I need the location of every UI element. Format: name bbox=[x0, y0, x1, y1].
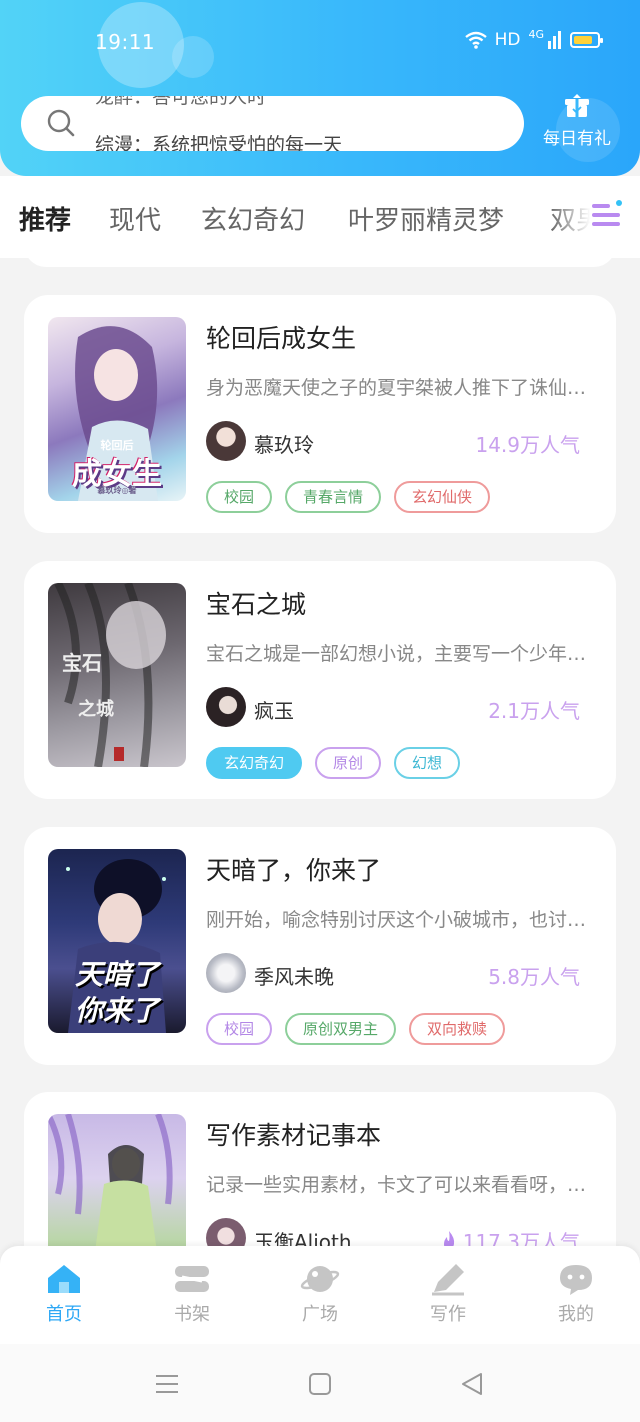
search-hint: 综漫：系统把惊受怕的每一天 bbox=[95, 134, 343, 151]
category-menu-button[interactable] bbox=[588, 198, 624, 234]
home-icon bbox=[48, 1265, 80, 1293]
cell-signal-icon bbox=[548, 31, 561, 49]
nav-bookshelf-label: 书架 bbox=[174, 1304, 210, 1325]
book-card[interactable]: 宝石 之城 宝石之城 宝石之城是一部幻想小说，主要写一个少年的冒险故事 疯玉 2… bbox=[24, 561, 616, 799]
tag[interactable]: 幻想 bbox=[394, 747, 461, 779]
author-name: 季风未晚 bbox=[254, 965, 334, 989]
profile-icon bbox=[560, 1265, 592, 1295]
nav-profile[interactable]: 我的 bbox=[526, 1262, 626, 1326]
book-title: 写作素材记事本 bbox=[206, 1121, 382, 1150]
book-card[interactable]: 天暗了 你来了 天暗了，你来了 刚开始，喻念特别讨厌这个小破城市，也讨厌这里的人… bbox=[24, 827, 616, 1065]
tab-modern[interactable]: 现代 bbox=[109, 200, 161, 237]
author-avatar bbox=[206, 421, 246, 461]
nav-write-label: 写作 bbox=[430, 1304, 466, 1325]
nav-home[interactable]: 首页 bbox=[14, 1262, 114, 1326]
daily-gift-button[interactable]: 每日有礼 bbox=[538, 92, 616, 156]
tag[interactable]: 青春言情 bbox=[285, 481, 382, 513]
wifi-icon bbox=[464, 31, 487, 49]
app-header: 19:11 HD 4G 宠醉：答可您的人时 综漫：系统把惊受怕的每一天 每日有礼 bbox=[0, 0, 640, 176]
nav-plaza[interactable]: 广场 bbox=[270, 1262, 370, 1326]
popularity-value: 2.1万人气 bbox=[488, 699, 580, 723]
cover-small-title: 宝石 bbox=[62, 651, 102, 675]
menu-line bbox=[592, 204, 610, 208]
tag-list: 校园 原创双男主 双向救赎 bbox=[206, 1013, 506, 1045]
nav-profile-label: 我的 bbox=[558, 1304, 594, 1325]
book-card[interactable]: 轮回后 成女生 慕玖玲◎著 轮回后成女生 身为恶魔天使之子的夏宇桀被人推下了诛仙… bbox=[24, 295, 616, 533]
book-description: 刚开始，喻念特别讨厌这个小破城市，也讨厌这里的人 bbox=[206, 909, 596, 931]
tab-fantasy[interactable]: 玄幻奇幻 bbox=[201, 200, 305, 237]
popularity-value: 5.8万人气 bbox=[488, 965, 580, 989]
tag[interactable]: 原创双男主 bbox=[285, 1013, 397, 1045]
tag[interactable]: 校园 bbox=[206, 481, 273, 513]
book-cover: 宝石 之城 bbox=[48, 583, 186, 767]
popularity-value: 14.9万人气 bbox=[475, 433, 580, 457]
status-time: 19:11 bbox=[95, 30, 156, 54]
bookshelf-icon bbox=[175, 1266, 209, 1292]
gift-icon bbox=[565, 94, 589, 117]
popularity: 5.8万人气 bbox=[488, 961, 580, 990]
tag[interactable]: 玄幻奇幻 bbox=[206, 747, 303, 779]
tag-list: 校园 青春言情 玄幻仙侠 bbox=[206, 481, 491, 513]
author-name: 疯玉 bbox=[254, 699, 294, 723]
pen-icon bbox=[432, 1264, 464, 1296]
menu-icon[interactable] bbox=[154, 1371, 180, 1397]
home-square-icon[interactable] bbox=[307, 1371, 333, 1397]
daily-gift-label: 每日有礼 bbox=[543, 129, 611, 149]
planet-icon bbox=[300, 1266, 340, 1292]
tag[interactable]: 原创 bbox=[315, 747, 382, 779]
book-description: 记录一些实用素材，卡文了可以来看看呀，欢迎大家 bbox=[206, 1174, 596, 1196]
tag[interactable]: 玄幻仙侠 bbox=[394, 481, 491, 513]
popularity: 2.1万人气 bbox=[488, 695, 580, 724]
tab-recommended[interactable]: 推荐 bbox=[19, 200, 71, 237]
book-title: 宝石之城 bbox=[206, 590, 307, 619]
cover-big-title: 之城 bbox=[78, 699, 114, 720]
book-cover: 轮回后 成女生 慕玖玲◎著 bbox=[48, 317, 186, 501]
network-type: 4G bbox=[528, 27, 544, 41]
author-avatar bbox=[206, 687, 246, 727]
book-description: 宝石之城是一部幻想小说，主要写一个少年的冒险故事 bbox=[206, 643, 596, 665]
cover-big-title: 你来了 bbox=[74, 994, 159, 1027]
search-bar[interactable]: 宠醉：答可您的人时 综漫：系统把惊受怕的每一天 bbox=[21, 96, 524, 151]
tag[interactable]: 校园 bbox=[206, 1013, 273, 1045]
status-icons: HD 4G bbox=[464, 27, 603, 50]
book-cover: 天暗了 你来了 bbox=[48, 849, 186, 1033]
search-hint-previous: 宠醉：答可您的人时 bbox=[95, 96, 267, 108]
popularity: 14.9万人气 bbox=[475, 429, 580, 458]
menu-line bbox=[592, 222, 620, 226]
menu-line bbox=[592, 213, 620, 217]
book-title: 轮回后成女生 bbox=[206, 324, 357, 353]
status-bar: 19:11 HD 4G bbox=[0, 22, 640, 62]
nav-plaza-label: 广场 bbox=[302, 1304, 338, 1325]
battery-icon bbox=[570, 32, 603, 48]
tag-list: 玄幻奇幻 原创 幻想 bbox=[206, 747, 461, 779]
hd-label: HD bbox=[494, 30, 521, 50]
author-avatar bbox=[206, 953, 246, 993]
nav-bookshelf[interactable]: 书架 bbox=[142, 1262, 242, 1326]
previous-card-edge bbox=[24, 240, 616, 267]
back-triangle-icon[interactable] bbox=[459, 1371, 485, 1397]
system-navigation-bar bbox=[0, 1344, 640, 1422]
notification-dot bbox=[616, 200, 622, 206]
book-description: 身为恶魔天使之子的夏宇桀被人推下了诛仙台，再次醒来 bbox=[206, 377, 596, 399]
tab-yeluoli[interactable]: 叶罗丽精灵梦 bbox=[348, 200, 504, 237]
author-name: 慕玖玲 bbox=[254, 433, 314, 457]
bottom-navigation: 首页 书架 广场 写作 我的 bbox=[0, 1246, 640, 1344]
nav-write[interactable]: 写作 bbox=[398, 1262, 498, 1326]
cover-author: 慕玖玲◎著 bbox=[97, 486, 137, 495]
book-title: 天暗了，你来了 bbox=[206, 856, 382, 885]
tag[interactable]: 双向救赎 bbox=[409, 1013, 506, 1045]
search-icon bbox=[47, 109, 75, 137]
cover-small-title: 天暗了 bbox=[74, 958, 159, 991]
nav-home-label: 首页 bbox=[46, 1304, 82, 1325]
